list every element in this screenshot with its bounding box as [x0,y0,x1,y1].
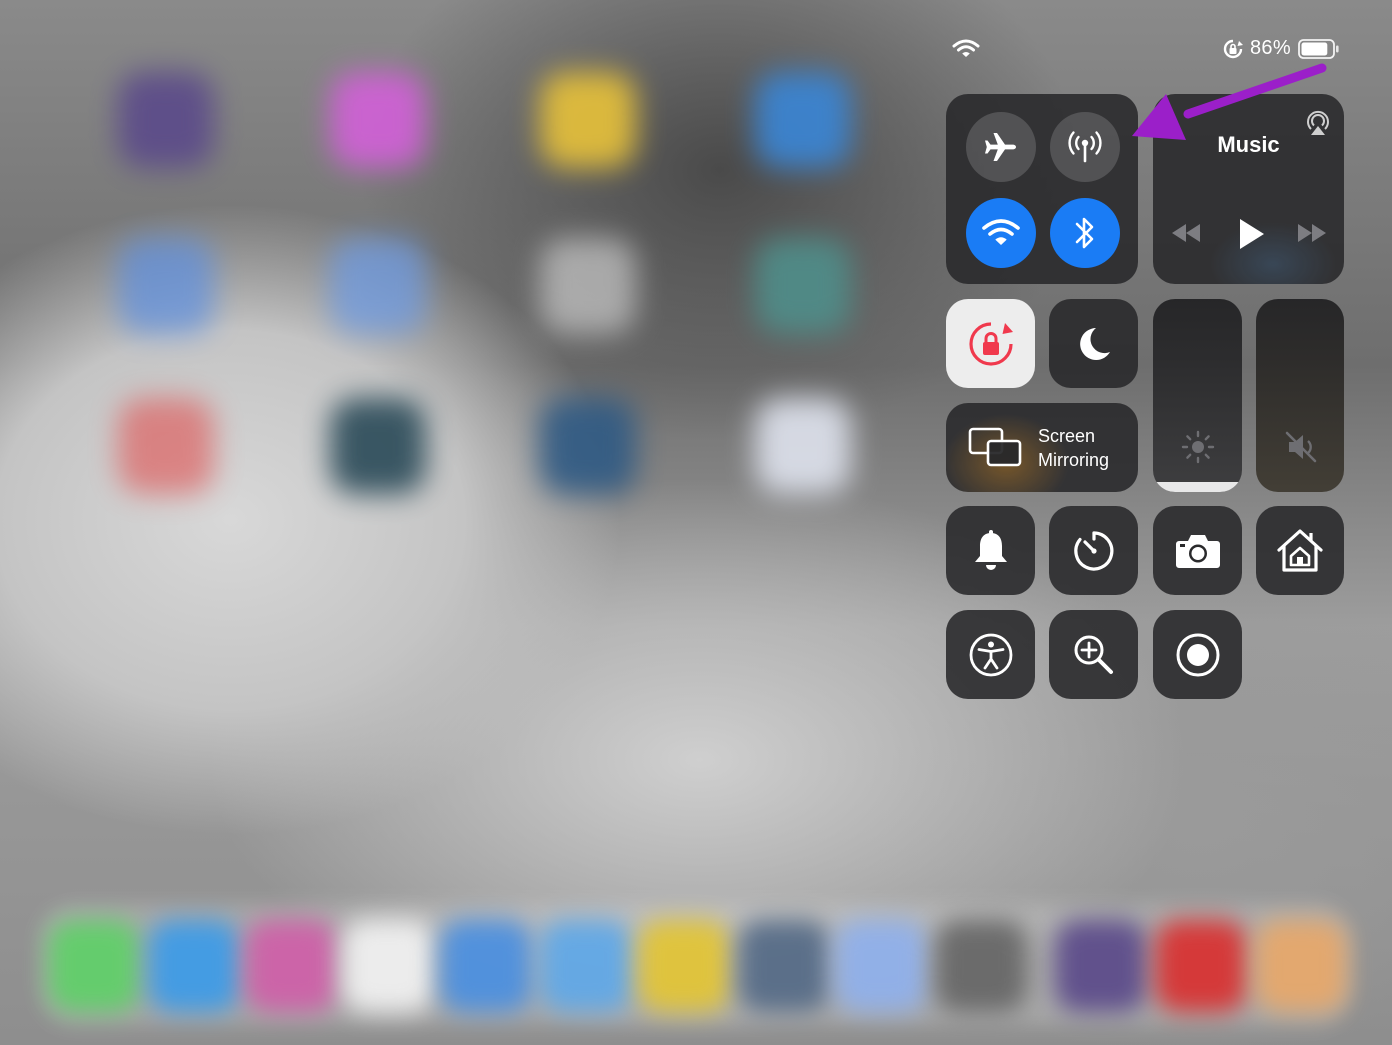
cellular-data-button[interactable] [1050,112,1120,182]
blurred-dock-icon [440,920,532,1012]
camera-icon [1174,532,1222,570]
blurred-dock-icon [540,920,632,1012]
speaker-muted-icon [1283,429,1319,465]
sun-icon [1180,429,1216,465]
blurred-app-icon [118,238,214,334]
rotation-lock-icon [1222,38,1244,60]
blurred-dock-icon [148,920,240,1012]
screen-mirroring-label-line2: Mirroring [1038,450,1110,470]
timer-icon [1072,529,1116,573]
screen-mirroring-label: Screen Mirroring [1038,424,1109,472]
screen-record-button[interactable] [1153,610,1242,699]
rotation-lock-icon [965,318,1017,370]
blurred-app-icon [118,72,214,168]
bluetooth-icon [1071,214,1099,252]
blurred-app-icon [755,238,851,334]
blurred-app-icon [330,238,426,334]
wifi-toggle-button[interactable] [966,198,1036,268]
blurred-dock-icon [935,920,1027,1012]
timer-button[interactable] [1049,506,1138,595]
magnifier-button[interactable] [1049,610,1138,699]
screen-mirroring-icon [968,427,1024,469]
blurred-app-icon [540,238,636,334]
blurred-app-icon [755,398,851,494]
blurred-dock-icon [1255,920,1347,1012]
fast-forward-icon[interactable] [1292,218,1332,248]
magnifier-icon [1071,632,1117,678]
annotation-arrow [1128,62,1328,152]
camera-button[interactable] [1153,506,1242,595]
blurred-dock-icon [342,920,434,1012]
blurred-app-icon [330,72,426,168]
brightness-level-fill [1153,482,1242,492]
rotation-lock-button[interactable] [946,299,1035,388]
blurred-app-icon [330,398,426,494]
blurred-dock-icon [738,920,830,1012]
screen-mirroring-label-line1: Screen [1038,426,1096,446]
wifi-icon [952,38,980,60]
blurred-dock-icon [1155,920,1247,1012]
blurred-dock-icon [48,920,140,1012]
airplane-mode-button[interactable] [966,112,1036,182]
blurred-app-icon [540,398,636,494]
blurred-dock-icon [835,920,927,1012]
home-button[interactable] [1256,506,1344,595]
alarm-button[interactable] [946,506,1035,595]
battery-icon [1298,38,1340,60]
blurred-app-icon [540,72,636,168]
blurred-app-icon [118,398,214,494]
screen-record-icon [1175,632,1221,678]
do-not-disturb-button[interactable] [1049,299,1138,388]
accessibility-button[interactable] [946,610,1035,699]
moon-icon [1074,324,1114,364]
bell-icon [971,529,1011,573]
bluetooth-toggle-button[interactable] [1050,198,1120,268]
blurred-dock-icon [638,920,730,1012]
rewind-icon[interactable] [1166,218,1206,248]
battery-percentage: 86% [1250,37,1291,59]
brightness-slider[interactable] [1153,299,1242,492]
volume-slider[interactable] [1256,299,1344,492]
home-icon [1275,528,1325,574]
antenna-icon [1065,129,1105,165]
play-icon[interactable] [1230,214,1270,254]
airplane-icon [983,129,1019,165]
blurred-app-icon [755,72,851,168]
blurred-dock-icon [245,920,337,1012]
accessibility-icon [968,632,1014,678]
wifi-icon [981,217,1021,249]
blurred-dock-icon [1055,920,1147,1012]
